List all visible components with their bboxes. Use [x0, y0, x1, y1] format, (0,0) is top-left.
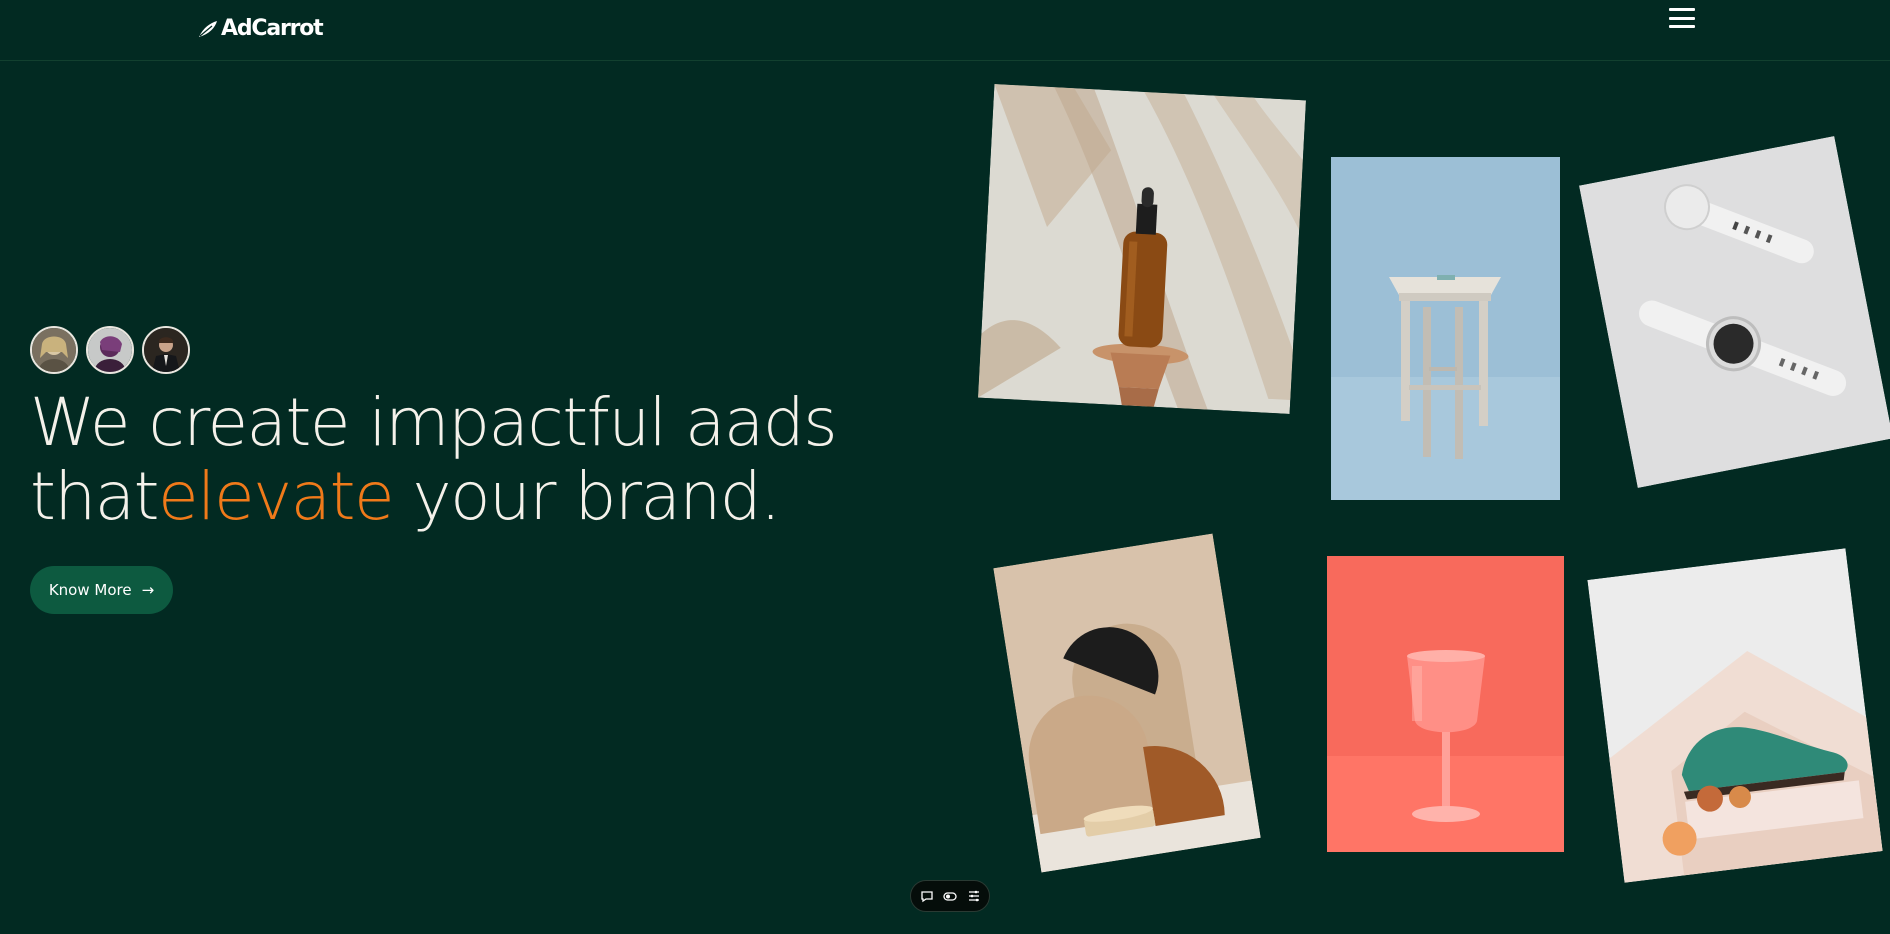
settings-list-icon[interactable]: [966, 888, 982, 904]
smartwatch-photo: [1579, 136, 1890, 488]
pink-wine-glass-photo: [1327, 556, 1564, 852]
chat-bubble-icon[interactable]: [919, 888, 935, 904]
avatar-3: [142, 326, 190, 374]
logo-text: AdCarrot: [221, 16, 324, 41]
carrot-leaf-icon: [199, 21, 217, 37]
hamburger-menu-icon[interactable]: [1669, 6, 1695, 30]
green-shoe-photo: [1587, 548, 1883, 883]
arrow-right-icon: →: [141, 581, 155, 599]
avatar-1: [30, 326, 78, 374]
floating-toolbar: [910, 880, 990, 912]
headline-line-1: We create impactful aads: [30, 384, 838, 461]
know-more-button[interactable]: Know More →: [30, 566, 173, 614]
headline-accent-word: elevate: [158, 458, 395, 535]
hero-headline: We create impactful aads thatelevate you…: [30, 384, 838, 535]
toggle-icon[interactable]: [942, 888, 958, 904]
headline-line-2-start: that: [30, 458, 160, 535]
headline-line-2-end: your brand.: [393, 458, 782, 535]
avatar-group: [30, 326, 190, 374]
abstract-shapes-photo: [993, 533, 1261, 873]
top-nav-bar: AdCarrot: [0, 0, 1890, 61]
logo-link[interactable]: AdCarrot: [197, 14, 324, 44]
avatar-2: [86, 326, 134, 374]
know-more-label: Know More: [48, 581, 132, 599]
dropper-bottle-photo: [977, 84, 1307, 414]
wooden-stool-photo: [1331, 157, 1560, 500]
